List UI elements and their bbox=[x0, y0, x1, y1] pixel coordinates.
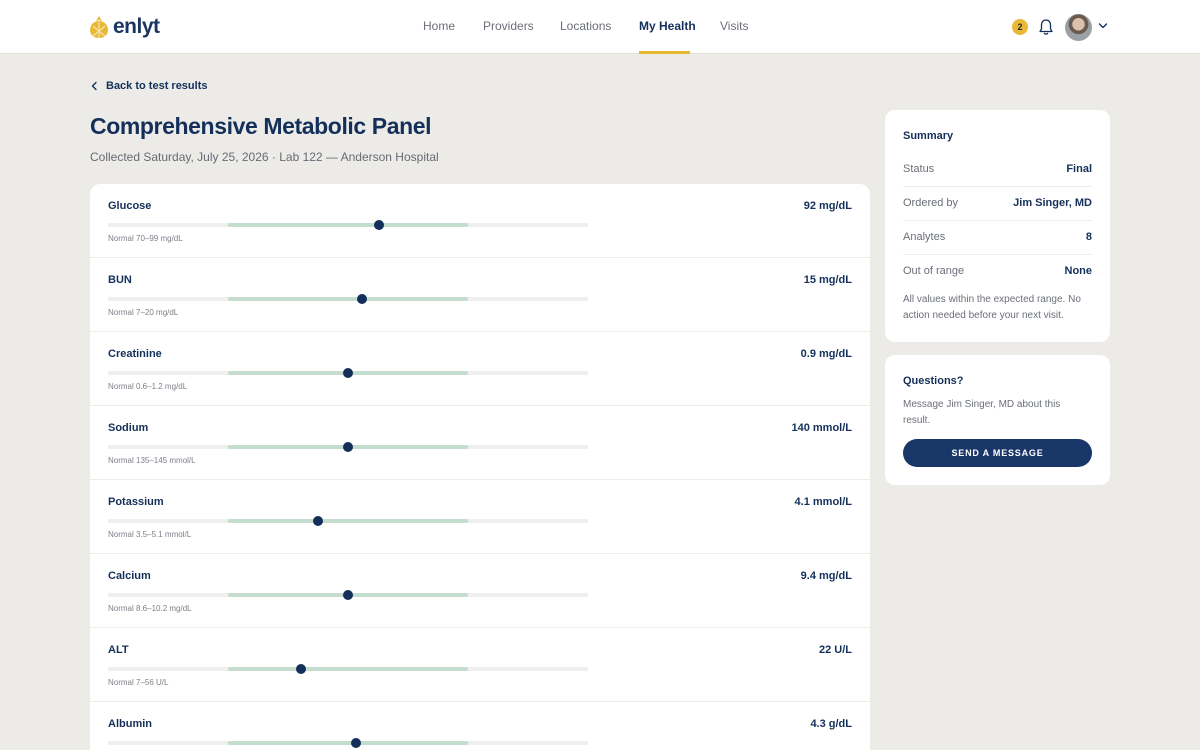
nav-visits[interactable]: Visits bbox=[720, 19, 748, 54]
analyte-value: 22 U/L bbox=[818, 644, 852, 656]
analyte-name: Glucose bbox=[108, 200, 152, 212]
analyte-value: 4.3 g/dL bbox=[810, 718, 852, 730]
summary-label: Status bbox=[903, 163, 935, 175]
range-track bbox=[108, 738, 588, 748]
analyte-value: 92 mg/dL bbox=[803, 200, 852, 212]
value-marker bbox=[313, 516, 323, 526]
value-marker bbox=[343, 368, 353, 378]
range-track bbox=[108, 368, 588, 378]
analyte-value: 0.9 mg/dL bbox=[800, 348, 852, 360]
result-row-alt[interactable]: ALT 22 U/L Normal 7–56 U/L bbox=[90, 628, 870, 702]
nav-providers[interactable]: Providers bbox=[483, 19, 534, 54]
analyte-name: Creatinine bbox=[108, 348, 162, 360]
summary-value: Final bbox=[1066, 163, 1092, 175]
summary-title: Summary bbox=[903, 130, 954, 142]
analyte-value: 4.1 mmol/L bbox=[794, 496, 852, 508]
normal-range-band bbox=[228, 223, 468, 227]
back-link-label: Back to test results bbox=[106, 80, 208, 92]
result-row-bun[interactable]: BUN 15 mg/dL Normal 7–20 mg/dL bbox=[90, 258, 870, 332]
result-row-albumin[interactable]: Albumin4.3 g/dLNormal 3.5–5.0 g/dL bbox=[90, 702, 870, 750]
value-marker bbox=[343, 442, 353, 452]
range-track bbox=[108, 516, 588, 526]
questions-text: Message Jim Singer, MD about this result… bbox=[903, 399, 1061, 426]
normal-range-label: Normal 7–20 mg/dL bbox=[108, 308, 179, 317]
back-to-test-results-link[interactable]: Back to test results bbox=[90, 80, 207, 92]
normal-range-label: Normal 7–56 U/L bbox=[108, 678, 169, 687]
results-list: Glucose 92 mg/dL Normal 70–99 mg/dL BUN 15 m… bbox=[90, 184, 870, 750]
result-row-calcium[interactable]: Calcium 9.4 mg/dL Normal 8.6–10.2 mg/dL bbox=[90, 554, 870, 628]
normal-range-label: Normal 135–145 mmol/L bbox=[108, 456, 196, 465]
questions-card: Questions? Message Jim Singer, MD about … bbox=[885, 355, 1110, 485]
value-marker bbox=[374, 220, 385, 230]
summary-label: Ordered by bbox=[903, 197, 959, 209]
summary-value: None bbox=[1064, 265, 1093, 277]
range-track bbox=[108, 664, 588, 674]
user-avatar[interactable] bbox=[1065, 14, 1092, 41]
normal-range-band bbox=[228, 741, 468, 745]
chevron-left-icon bbox=[91, 81, 97, 91]
nav-my-health[interactable]: My Health bbox=[639, 19, 696, 54]
summary-note: All values within the expected range. No… bbox=[903, 294, 1081, 321]
value-marker bbox=[343, 590, 353, 600]
page-title: Comprehensive Metabolic Panel bbox=[90, 113, 432, 139]
analyte-value: 15 mg/dL bbox=[803, 274, 852, 286]
analyte-name: ALT bbox=[108, 644, 129, 656]
normal-range-band bbox=[228, 667, 468, 671]
questions-title: Questions? bbox=[903, 375, 964, 387]
summary-label: Out of range bbox=[903, 265, 965, 277]
result-row-glucose[interactable]: Glucose 92 mg/dL Normal 70–99 mg/dL bbox=[90, 184, 870, 258]
normal-range-band bbox=[228, 519, 468, 523]
value-marker bbox=[296, 664, 307, 674]
summary-row-out-of-range: Out of range None bbox=[903, 255, 1092, 289]
summary-row-ordered-by: Ordered by Jim Singer, MD bbox=[903, 187, 1092, 221]
normal-range-label: Normal 8.6–10.2 mg/dL bbox=[108, 604, 192, 613]
range-track bbox=[108, 442, 588, 452]
value-marker bbox=[350, 738, 361, 748]
nav-locations[interactable]: Locations bbox=[560, 19, 611, 54]
active-tab-indicator bbox=[639, 51, 690, 54]
normal-range-band bbox=[228, 297, 468, 301]
analyte-name: Potassium bbox=[108, 496, 164, 508]
analyte-value: 9.4 mg/dL bbox=[800, 570, 852, 582]
summary-card: Summary Status Final Ordered by Jim Sing… bbox=[885, 110, 1110, 342]
page-subtitle: Collected Saturday, July 25, 2026 · Lab … bbox=[90, 150, 439, 164]
nav-home[interactable]: Home bbox=[423, 19, 455, 54]
normal-range-label: Normal 3.5–5.1 mmol/L bbox=[108, 530, 192, 539]
result-row-potassium[interactable]: Potassium 4.1 mmol/L Normal 3.5–5.1 mmol/L bbox=[90, 480, 870, 554]
range-track bbox=[108, 590, 588, 600]
bell-icon[interactable] bbox=[1038, 18, 1054, 36]
top-navigation-bar: enlyt Home Providers Locations My Health… bbox=[0, 0, 1200, 54]
analyte-name: Sodium bbox=[108, 422, 149, 434]
normal-range-label: Normal 0.6–1.2 mg/dL bbox=[108, 382, 188, 391]
range-track bbox=[108, 294, 588, 304]
normal-range-label: Normal 70–99 mg/dL bbox=[108, 234, 183, 243]
summary-row-analytes: Analytes 8 bbox=[903, 221, 1092, 255]
analyte-name: Albumin bbox=[108, 718, 152, 730]
send-message-button[interactable]: SEND A MESSAGE bbox=[903, 439, 1092, 467]
summary-row-status: Status Final bbox=[903, 153, 1092, 187]
summary-label: Analytes bbox=[903, 231, 946, 243]
analyte-value: 140 mmol/L bbox=[791, 422, 852, 434]
range-track bbox=[108, 220, 588, 230]
analyte-name: Calcium bbox=[108, 570, 151, 582]
result-row-creatinine[interactable]: Creatinine 0.9 mg/dL Normal 0.6–1.2 mg/dL bbox=[90, 332, 870, 406]
notification-count-badge[interactable]: 2 bbox=[1012, 19, 1028, 35]
summary-value: 8 bbox=[1085, 231, 1092, 243]
chevron-down-icon[interactable] bbox=[1098, 22, 1108, 30]
value-marker bbox=[357, 294, 368, 304]
analyte-name: BUN bbox=[108, 274, 132, 286]
summary-value: Jim Singer, MD bbox=[1013, 197, 1092, 209]
result-row-sodium[interactable]: Sodium 140 mmol/L Normal 135–145 mmol/L bbox=[90, 406, 870, 480]
